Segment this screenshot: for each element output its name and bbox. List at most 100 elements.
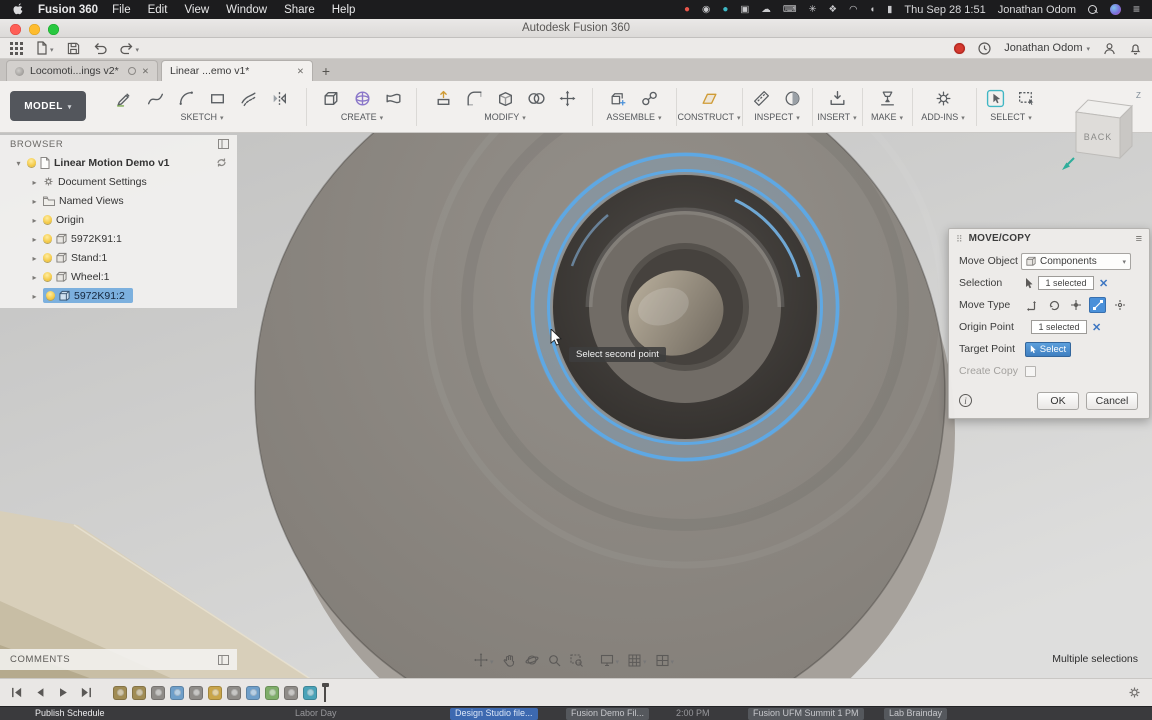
menubar-user[interactable]: Jonathan Odom — [998, 4, 1076, 16]
move-type-translate-button[interactable] — [1023, 297, 1040, 313]
screen-share-icon[interactable]: ◉ — [702, 0, 710, 19]
drag-handle-icon[interactable] — [956, 233, 963, 245]
new-body-button[interactable] — [318, 85, 344, 111]
origin-point-field[interactable]: 1 selected — [1031, 320, 1087, 334]
cancel-button[interactable]: Cancel — [1086, 392, 1138, 410]
skip-to-end-button[interactable] — [80, 686, 93, 699]
browser-item-wheel-1[interactable]: Wheel:1 — [0, 267, 237, 286]
close-tab-icon[interactable] — [142, 65, 149, 77]
press-pull-button[interactable] — [430, 85, 456, 111]
pan-hand-button[interactable] — [503, 654, 516, 667]
timeline-feature-icon[interactable] — [189, 685, 203, 700]
3d-print-button[interactable] — [874, 85, 900, 111]
move-object-dropdown[interactable]: Components — [1021, 252, 1131, 270]
construct-menu[interactable]: CONSTRUCT — [678, 112, 738, 122]
data-panel-grid-button[interactable] — [10, 41, 23, 55]
construction-plane-button[interactable] — [696, 85, 722, 111]
dialog-header[interactable]: MOVE/COPY — [949, 229, 1149, 248]
volume-icon[interactable]: ◖ — [869, 0, 875, 19]
timeline-feature-icon[interactable] — [151, 685, 165, 700]
panel-collapse-icon[interactable] — [218, 139, 229, 149]
notification-center-icon[interactable] — [1133, 0, 1140, 20]
expand-arrow-icon[interactable] — [30, 271, 39, 283]
step-back-button[interactable] — [34, 686, 46, 699]
new-tab-button[interactable] — [316, 61, 336, 81]
visibility-bulb-icon[interactable] — [27, 158, 36, 167]
create-copy-checkbox[interactable] — [1025, 365, 1036, 377]
combine-button[interactable] — [523, 85, 549, 111]
select-tool-button[interactable] — [983, 85, 1009, 111]
sketch-menu[interactable]: SKETCH — [98, 112, 306, 122]
app-status-icon[interactable]: ● — [722, 0, 728, 19]
background-window-item[interactable]: Publish Schedule — [35, 708, 105, 720]
move-type-point-to-point-button[interactable] — [1089, 297, 1106, 313]
visibility-bulb-icon[interactable] — [43, 234, 52, 243]
workspace-selector[interactable]: MODEL — [10, 91, 86, 121]
timeline-feature-icon[interactable] — [246, 685, 260, 700]
panel-collapse-icon[interactable] — [218, 654, 229, 665]
insert-button[interactable] — [824, 85, 850, 111]
create-menu[interactable]: CREATE — [310, 112, 414, 122]
browser-item-5972k91-2-selected[interactable]: 5972K91:2 — [0, 286, 237, 305]
menubar-menu-item[interactable]: Share — [284, 4, 315, 16]
offset-tool-button[interactable] — [236, 85, 262, 111]
timeline-playhead[interactable] — [321, 682, 329, 702]
shell-button[interactable] — [492, 85, 518, 111]
visibility-bulb-icon[interactable] — [43, 253, 52, 262]
browser-item-origin[interactable]: Origin — [0, 210, 237, 229]
viewports-button[interactable] — [655, 651, 675, 669]
timeline-feature-icon[interactable] — [265, 685, 279, 700]
close-window-button[interactable] — [10, 23, 21, 35]
mirror-tool-button[interactable] — [267, 85, 293, 111]
joint-button[interactable] — [637, 85, 663, 111]
keyboard-icon[interactable]: ⌨ — [783, 0, 797, 19]
window-manager-icon[interactable]: ▣ — [740, 0, 749, 19]
browser-item-stand-1[interactable]: Stand:1 — [0, 248, 237, 267]
file-menu-button[interactable] — [36, 39, 54, 57]
time-machine-icon[interactable]: ✳ — [809, 0, 817, 19]
move-type-rotate-button[interactable] — [1045, 297, 1062, 313]
loft-button[interactable] — [380, 85, 406, 111]
selected-row-highlight[interactable]: 5972K91:2 — [43, 288, 133, 303]
selection-count-field[interactable]: 1 selected — [1038, 276, 1094, 290]
close-tab-icon[interactable] — [297, 65, 304, 77]
background-window-item[interactable]: Fusion Demo Fil... — [566, 708, 650, 720]
expand-arrow-icon[interactable] — [30, 290, 39, 302]
fillet-button[interactable] — [461, 85, 487, 111]
background-window-item[interactable]: Design Studio file... — [450, 708, 538, 720]
new-component-button[interactable] — [606, 85, 632, 111]
browser-item-named-views[interactable]: Named Views — [0, 191, 237, 210]
expand-arrow-icon[interactable] — [30, 233, 39, 245]
visibility-bulb-icon[interactable] — [43, 272, 52, 281]
menubar-app-name[interactable]: Fusion 360 — [38, 4, 98, 16]
play-button[interactable] — [57, 686, 69, 699]
timeline-feature-icon[interactable] — [170, 685, 184, 700]
timeline-feature-icon[interactable] — [208, 685, 222, 700]
move-tool-button[interactable] — [554, 85, 580, 111]
expand-arrow-icon[interactable] — [30, 176, 39, 188]
grid-snaps-button[interactable] — [628, 651, 647, 669]
save-button[interactable] — [67, 42, 80, 55]
background-window-item[interactable]: 2:00 PM — [676, 708, 710, 720]
inspect-menu[interactable]: INSPECT — [746, 112, 808, 122]
screencast-record-button[interactable] — [954, 42, 966, 54]
bearing-component-selected[interactable] — [530, 152, 840, 462]
timeline-feature-icon[interactable] — [113, 685, 127, 700]
notifications-bell-icon[interactable] — [1129, 42, 1142, 55]
select-menu[interactable]: SELECT — [980, 112, 1042, 122]
menubar-clock[interactable]: Thu Sep 28 1:51 — [904, 4, 985, 16]
timeline-feature-icon[interactable] — [132, 685, 146, 700]
zoom-button[interactable] — [548, 654, 561, 667]
browser-item-5972k91-1[interactable]: 5972K91:1 — [0, 229, 237, 248]
spline-tool-button[interactable] — [143, 85, 169, 111]
timeline-feature-icon[interactable] — [284, 685, 298, 700]
background-window-item[interactable]: Lab Brainday — [884, 708, 948, 720]
window-select-button[interactable] — [1014, 85, 1040, 111]
dialog-menu-icon[interactable] — [1136, 233, 1142, 245]
background-window-item[interactable]: Fusion UFM Summit 1 PM — [748, 708, 864, 720]
timeline-settings-gear-icon[interactable] — [1127, 685, 1142, 700]
display-settings-button[interactable] — [600, 651, 620, 669]
target-point-select-button[interactable]: Select — [1025, 341, 1071, 357]
info-icon[interactable] — [959, 394, 972, 407]
document-tab-locomotion[interactable]: Locomoti...ings v2* — [6, 60, 158, 81]
